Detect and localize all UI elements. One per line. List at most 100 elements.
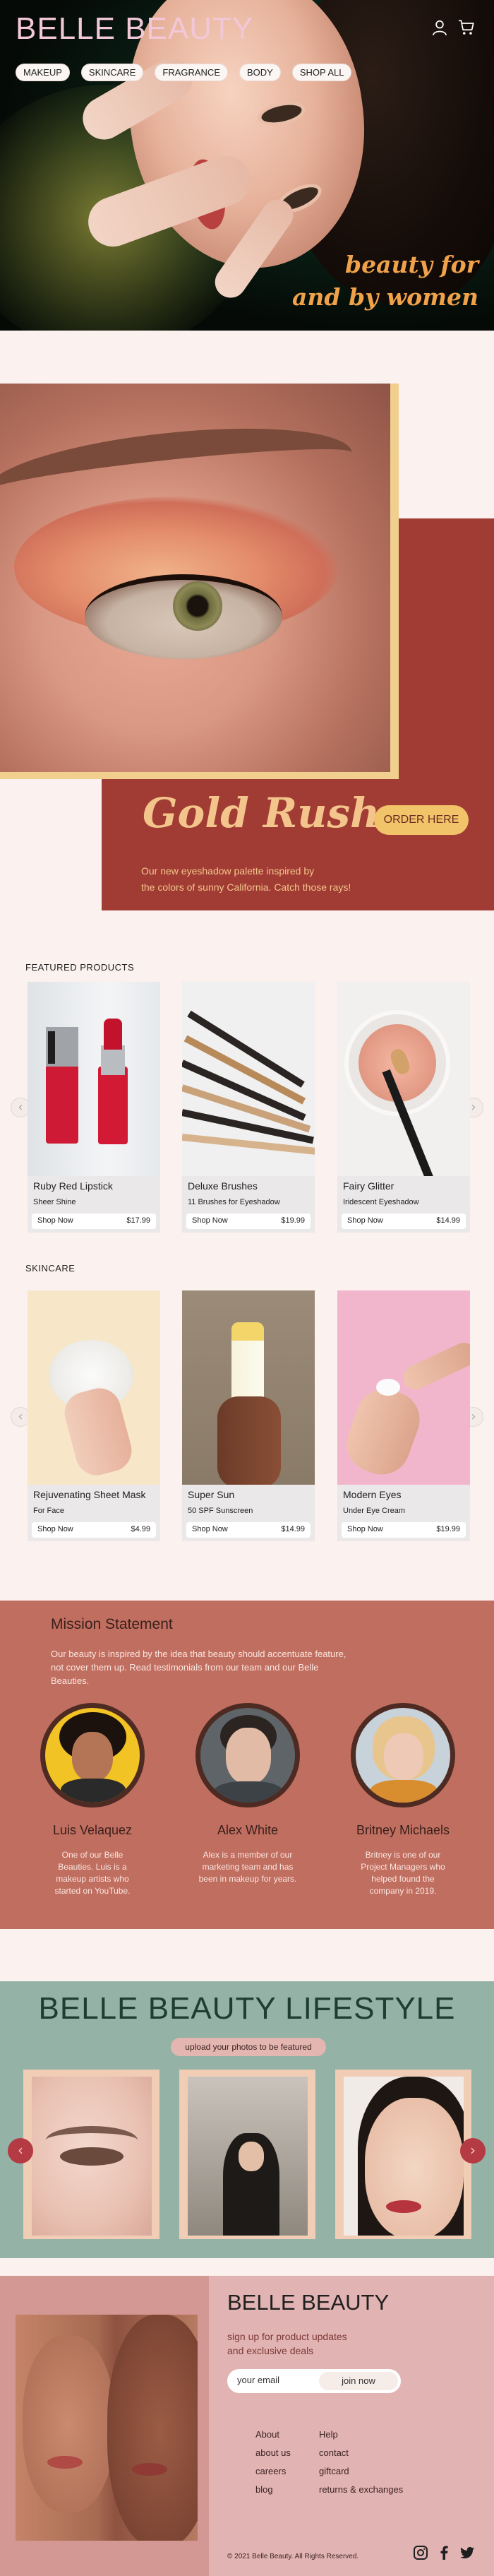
product-info: Fairy Glitter Iridescent Eyeshadow Shop … [337, 1176, 470, 1233]
footer-link-about-us[interactable]: about us [255, 2444, 291, 2462]
product-image-lipstick [28, 982, 160, 1176]
lifestyle-title: BELLE BEAUTY LIFESTYLE [38, 1991, 456, 2026]
shop-now-button[interactable]: Shop Now $17.99 [32, 1213, 156, 1229]
footer-link-blog[interactable]: blog [255, 2481, 291, 2499]
lifestyle-next-arrow[interactable]: › [460, 2138, 486, 2164]
hero-banner: BELLE BEAUTY MAKEUP SKINCARE FRAGRANCE B… [0, 0, 494, 331]
product-name: Modern Eyes [343, 1489, 402, 1500]
footer-photo [16, 2315, 198, 2541]
member-bio: One of our Belle Beauties. Luis is a mak… [54, 1850, 131, 1896]
product-info: Modern Eyes Under Eye Cream Shop Now $19… [337, 1485, 470, 1541]
footer-link-careers[interactable]: careers [255, 2462, 291, 2481]
product-subtitle: For Face [33, 1507, 65, 1515]
instagram-icon[interactable] [412, 2544, 429, 2561]
shop-now-button[interactable]: Shop Now $14.99 [342, 1213, 466, 1229]
footer-link-about[interactable]: About [255, 2426, 291, 2444]
promo-title: Gold Rush [143, 789, 380, 837]
product-subtitle: Iridescent Eyeshadow [343, 1198, 419, 1206]
shop-now-label: Shop Now [37, 1216, 73, 1225]
product-subtitle: Under Eye Cream [343, 1507, 406, 1515]
footer-links-col-2: Help contact giftcard returns & exchange… [319, 2426, 403, 2499]
product-image-glitter [337, 982, 470, 1176]
mission-title: Mission Statement [51, 1616, 173, 1632]
nav-body[interactable]: BODY [239, 64, 281, 81]
promo-desc-line: Our new eyeshadow palette inspired by [141, 865, 315, 877]
product-info: Deluxe Brushes 11 Brushes for Eyeshadow … [182, 1176, 315, 1233]
shop-now-button[interactable]: Shop Now $14.99 [186, 1522, 311, 1538]
avatar-ring [351, 1703, 455, 1808]
product-name: Ruby Red Lipstick [33, 1180, 113, 1192]
product-card[interactable]: Deluxe Brushes 11 Brushes for Eyeshadow … [182, 982, 315, 1233]
nav-skincare[interactable]: SKINCARE [80, 64, 144, 81]
shop-now-button[interactable]: Shop Now $4.99 [32, 1522, 156, 1538]
product-name: Deluxe Brushes [188, 1180, 258, 1192]
product-price: $14.99 [436, 1216, 460, 1225]
email-input[interactable]: your email [237, 2375, 279, 2385]
lifestyle-photo[interactable] [344, 2077, 464, 2236]
product-info: Ruby Red Lipstick Sheer Shine Shop Now $… [28, 1176, 160, 1233]
signup-line: sign up for product updates [227, 2331, 347, 2342]
lifestyle-section: BELLE BEAUTY LIFESTYLE upload your photo… [0, 1981, 494, 2258]
newsletter-form: your email join now [227, 2369, 401, 2393]
product-card[interactable]: Ruby Red Lipstick Sheer Shine Shop Now $… [28, 982, 160, 1233]
lifestyle-prev-arrow[interactable]: ‹ [8, 2138, 33, 2164]
shop-now-button[interactable]: Shop Now $19.99 [186, 1213, 311, 1229]
footer-link-returns[interactable]: returns & exchanges [319, 2481, 403, 2499]
product-image-eye-cream [337, 1290, 470, 1485]
lifestyle-photo-frame [179, 2070, 315, 2239]
brand-logo[interactable]: BELLE BEAUTY [16, 11, 253, 47]
product-price: $14.99 [281, 1525, 305, 1533]
footer-link-giftcard[interactable]: giftcard [319, 2462, 403, 2481]
product-name: Super Sun [188, 1489, 235, 1500]
twitter-icon[interactable] [459, 2544, 476, 2561]
product-card[interactable]: Super Sun 50 SPF Sunscreen Shop Now $14.… [182, 1290, 315, 1541]
shop-now-label: Shop Now [37, 1525, 73, 1533]
member-name: Luis Velaquez [52, 1823, 133, 1837]
avatar-ring [195, 1703, 300, 1808]
signup-text: sign up for product updates and exclusiv… [227, 2329, 347, 2358]
facebook-icon[interactable] [435, 2544, 452, 2561]
product-subtitle: 11 Brushes for Eyeshadow [188, 1198, 280, 1206]
user-icon[interactable] [430, 18, 449, 37]
copyright: © 2021 Belle Beauty. All Rights Reserved… [227, 2553, 359, 2560]
photo-iris [173, 581, 222, 631]
lifestyle-photo[interactable] [188, 2077, 308, 2236]
shop-now-label: Shop Now [347, 1525, 383, 1533]
footer-link-help[interactable]: Help [319, 2426, 403, 2444]
promo-description: Our new eyeshadow palette inspired by th… [141, 863, 409, 896]
product-name: Rejuvenating Sheet Mask [33, 1489, 146, 1500]
promo-desc-line: the colors of sunny California. Catch th… [141, 882, 351, 893]
team-member: Alex White Alex is a member of our marke… [177, 1703, 318, 1885]
product-price: $4.99 [131, 1525, 150, 1533]
product-price: $17.99 [126, 1216, 150, 1225]
page: BELLE BEAUTY MAKEUP SKINCARE FRAGRANCE B… [0, 0, 494, 2576]
nav-shop-all[interactable]: SHOP ALL [291, 64, 352, 81]
promo-eye-photo [0, 384, 390, 772]
team-member: Britney Michaels Britney is one of our P… [332, 1703, 474, 1897]
lifestyle-photo-frame [335, 2070, 471, 2239]
lifestyle-photo[interactable] [32, 2077, 152, 2236]
footer-link-contact[interactable]: contact [319, 2444, 403, 2462]
product-image-brushes [182, 982, 315, 1176]
product-info: Rejuvenating Sheet Mask For Face Shop No… [28, 1485, 160, 1541]
member-bio: Britney is one of our Project Managers w… [361, 1850, 445, 1896]
product-subtitle: 50 SPF Sunscreen [188, 1507, 253, 1515]
member-name: Britney Michaels [356, 1823, 450, 1837]
nav-makeup[interactable]: MAKEUP [16, 64, 70, 81]
nav-fragrance[interactable]: FRAGRANCE [155, 64, 228, 81]
team-member: Luis Velaquez One of our Belle Beauties.… [22, 1703, 163, 1897]
member-bio: Alex is a member of our marketing team a… [198, 1850, 297, 1884]
signup-line: and exclusive deals [227, 2345, 314, 2356]
product-info: Super Sun 50 SPF Sunscreen Shop Now $14.… [182, 1485, 315, 1541]
join-now-button[interactable]: join now [319, 2372, 398, 2390]
shop-now-button[interactable]: Shop Now $19.99 [342, 1522, 466, 1538]
footer: BELLE BEAUTY sign up for product updates… [0, 2276, 494, 2576]
product-card[interactable]: Rejuvenating Sheet Mask For Face Shop No… [28, 1290, 160, 1541]
product-price: $19.99 [436, 1525, 460, 1533]
order-here-button[interactable]: ORDER HERE [374, 805, 469, 835]
product-card[interactable]: Modern Eyes Under Eye Cream Shop Now $19… [337, 1290, 470, 1541]
lifestyle-photo-frame [23, 2070, 159, 2239]
product-card[interactable]: Fairy Glitter Iridescent Eyeshadow Shop … [337, 982, 470, 1233]
cart-icon[interactable] [457, 18, 476, 37]
upload-photos-button[interactable]: upload your photos to be featured [171, 2038, 326, 2056]
